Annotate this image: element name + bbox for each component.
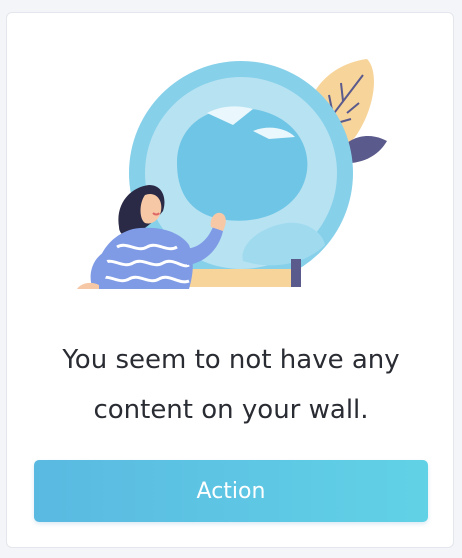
crystal-ball-woman-illustration [77,59,387,289]
action-button[interactable]: Action [34,460,428,522]
empty-state-card: You seem to not have any content on your… [6,12,454,548]
empty-state-message: You seem to not have any content on your… [62,345,400,425]
